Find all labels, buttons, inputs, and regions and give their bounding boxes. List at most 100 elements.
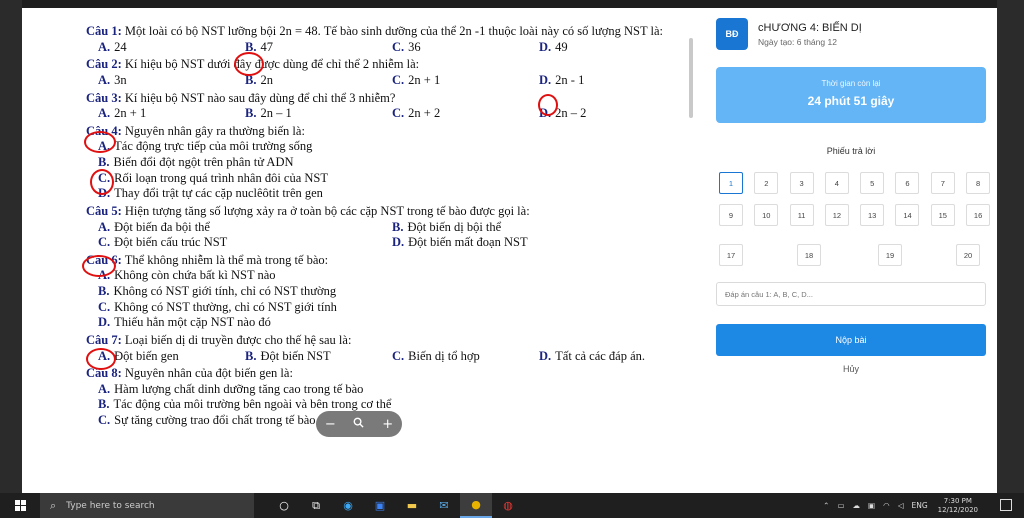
option-list: A. Đột biến đa bội thể B. Đột biến dị bội t…	[86, 220, 706, 251]
option-text: Không có NST giới tính, chỉ có NST thườn…	[113, 284, 337, 298]
option-text: 3n	[114, 72, 127, 87]
option-letter: A.	[98, 219, 111, 234]
created-date: Ngày tạo: 6 tháng 12	[758, 36, 837, 47]
option-item: D. Thay đổi trật tự các cặp nuclêôtit trê…	[86, 186, 686, 202]
answer-cell[interactable]: 10	[754, 204, 779, 226]
zoom-out-button[interactable]: −	[325, 417, 336, 432]
answer-cell[interactable]: 5	[860, 172, 885, 194]
cancel-button[interactable]: Hủy	[716, 364, 986, 374]
question-text: Câu 2: Kí hiệu bộ NST dưới đây được dùng…	[86, 57, 706, 73]
store-icon[interactable]: ▣	[364, 493, 396, 518]
option-text: Không có NST thường, chỉ có NST giới tín…	[114, 299, 337, 314]
answer-cell[interactable]: 8	[966, 172, 991, 194]
option-item: A. 2n + 1	[86, 106, 233, 122]
clock-date: 12/12/2020	[937, 505, 978, 514]
option-item: C. 36	[380, 40, 527, 56]
question-prompt: Kí hiệu bộ NST dưới đây được dùng để chỉ…	[124, 57, 420, 72]
option-list: A. Đột biến gen B. Đột biến NST C. Biến dị tổ…	[86, 349, 706, 365]
option-text: Hàm lượng chất dinh dưỡng tăng cao trong…	[114, 381, 364, 396]
volume-icon[interactable]: ◁	[898, 501, 904, 510]
option-text: Rối loạn trong quá trình nhân đôi của NS…	[114, 170, 329, 185]
clock-time: 7:30 PM	[943, 497, 972, 506]
answer-cell[interactable]: 13	[860, 204, 885, 226]
answer-cell[interactable]: 19	[878, 244, 902, 266]
option-item: A. 3n	[86, 73, 233, 89]
chrome-icon[interactable]: ●	[460, 493, 492, 518]
answer-cell[interactable]: 15	[930, 204, 955, 226]
cloud-icon[interactable]: ☁	[853, 501, 861, 510]
option-text: Thiếu hẳn một cặp NST nào đó	[114, 315, 271, 330]
cortana-icon[interactable]: ○	[268, 493, 300, 518]
file-explorer-icon[interactable]: ▬	[396, 493, 428, 518]
answer-cell[interactable]: 16	[966, 204, 991, 226]
taskbar-search[interactable]: ⌕ Type here to search	[40, 493, 254, 518]
question-number: Câu 2:	[86, 57, 122, 72]
option-text: Đột biến dị bội thể	[407, 219, 502, 234]
battery-icon[interactable]: ▭	[837, 501, 844, 510]
option-text: Tất cả các đáp án.	[555, 348, 646, 363]
answer-cell[interactable]: 20	[956, 244, 980, 266]
question-number: Câu 7:	[86, 332, 122, 347]
answer-grid-row-1: 12345678	[719, 172, 997, 194]
answer-mark-q5	[82, 255, 116, 277]
notification-icon[interactable]	[1000, 499, 1012, 511]
answer-input[interactable]	[716, 282, 986, 306]
option-text: Đột biến cấu trúc NST	[114, 235, 228, 250]
answer-cell[interactable]: 1	[719, 172, 743, 194]
answer-cell[interactable]: 2	[754, 172, 779, 194]
option-item: D. Tất cả các đáp án.	[527, 349, 674, 365]
language-indicator[interactable]: ENG	[911, 501, 927, 510]
option-text: 36	[408, 39, 421, 54]
answer-cell[interactable]: 7	[930, 172, 955, 194]
edge-icon[interactable]: ◉	[332, 493, 364, 518]
option-text: Không còn chứa bất kì NST nào	[114, 268, 276, 283]
option-text: Đột biến mất đoạn NST	[408, 235, 528, 250]
answer-cell[interactable]: 3	[789, 172, 814, 194]
answer-mark-q3	[84, 131, 116, 153]
option-letter: A.	[98, 39, 111, 54]
quiz-title: cHƯƠNG 4: BIẾN DỊ	[758, 21, 862, 34]
zoom-in-button[interactable]: +	[382, 417, 393, 432]
answer-cell[interactable]: 14	[895, 204, 920, 226]
clock[interactable]: 7:30 PM 12/12/2020	[938, 497, 978, 513]
answer-mark-q4	[90, 169, 114, 195]
question-text: Câu 8: Nguyên nhân của đột biến gen là:	[86, 366, 706, 382]
app-icon[interactable]: ◍	[492, 493, 524, 518]
answer-cell[interactable]: 18	[797, 244, 821, 266]
option-letter: B.	[98, 397, 110, 412]
option-item: B. Biến đổi đột ngột trên phân tử ADN	[86, 155, 686, 171]
option-letter: B.	[245, 106, 257, 121]
option-letter: C.	[98, 299, 111, 314]
mail-icon[interactable]: ✉	[428, 493, 460, 518]
task-view-icon[interactable]: ⧉	[300, 493, 332, 518]
document-scrollbar[interactable]	[689, 38, 693, 118]
answer-cell[interactable]: 6	[895, 172, 920, 194]
answer-cell[interactable]: 9	[719, 204, 743, 226]
option-letter: A.	[98, 381, 111, 396]
answer-cell[interactable]: 17	[719, 244, 743, 266]
option-letter: B.	[98, 155, 110, 169]
wifi-icon[interactable]: ◠	[883, 501, 890, 510]
answer-cell[interactable]: 11	[789, 204, 814, 226]
avatar: BĐ	[716, 18, 748, 50]
chevron-up-icon[interactable]: ⌃	[823, 501, 829, 510]
panel-header: BĐ cHƯƠNG 4: BIẾN DỊ Ngày tạo: 6 tháng 1…	[716, 18, 986, 50]
option-text: Đột biến NST	[260, 348, 331, 363]
monitor-icon[interactable]: ▣	[868, 501, 875, 510]
question-prompt: Kí hiệu bộ NST nào sau đây dùng để chỉ t…	[124, 90, 396, 105]
option-letter: C.	[392, 72, 405, 87]
option-text: Tác động trực tiếp của môi trường sống	[114, 139, 313, 154]
magnifier-icon[interactable]	[353, 417, 365, 432]
option-letter: A.	[98, 72, 111, 87]
option-item: C. Rối loạn trong quá trình nhân đôi của …	[86, 171, 686, 187]
answer-grid-row-2: 9 10 11 12 13 14 15 16	[719, 204, 997, 226]
start-button[interactable]	[0, 500, 40, 511]
answer-cell[interactable]: 12	[824, 204, 849, 226]
option-text: Đột biến đa bội thể	[114, 219, 210, 234]
submit-button[interactable]: Nộp bài	[716, 324, 986, 356]
option-letter: C.	[392, 39, 405, 54]
answer-cell[interactable]: 4	[824, 172, 849, 194]
option-text: Thay đổi trật tự các cặp nuclêôtit trên …	[114, 186, 323, 201]
option-text: 2n + 2	[408, 106, 441, 121]
right-background	[997, 0, 1024, 493]
